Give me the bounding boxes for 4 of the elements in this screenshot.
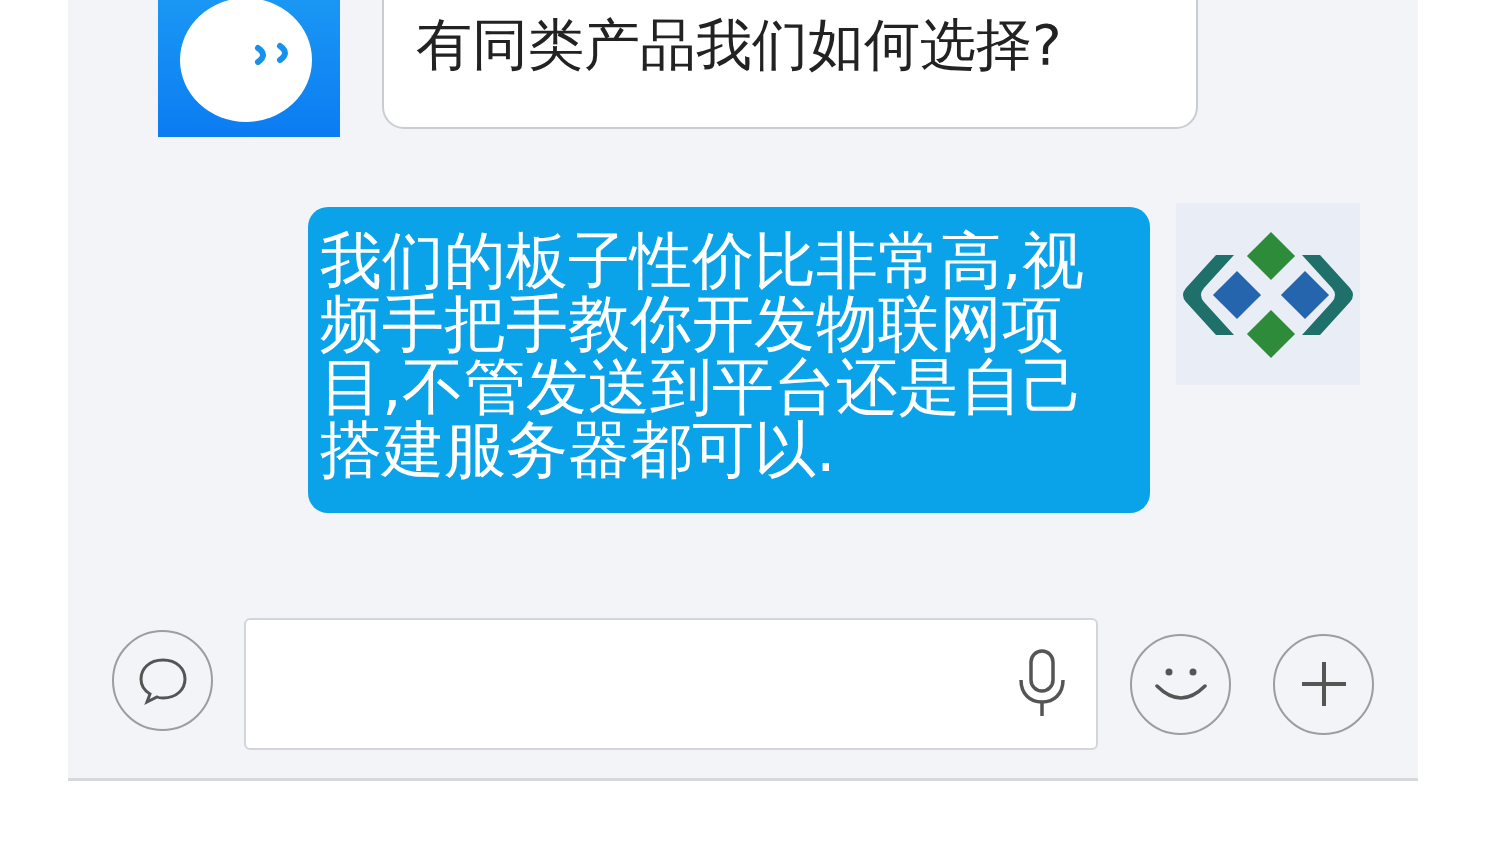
message-bubble: 我们的板子性价比非常高,视频手把手教你开发物联网项目,不管发送到平台还是自己搭建服务器都可以. bbox=[308, 207, 1150, 513]
logo-icon bbox=[1176, 203, 1360, 385]
message-input-field[interactable] bbox=[244, 618, 1098, 750]
message-bubble: 有同类产品我们如何选择? bbox=[382, 0, 1198, 129]
